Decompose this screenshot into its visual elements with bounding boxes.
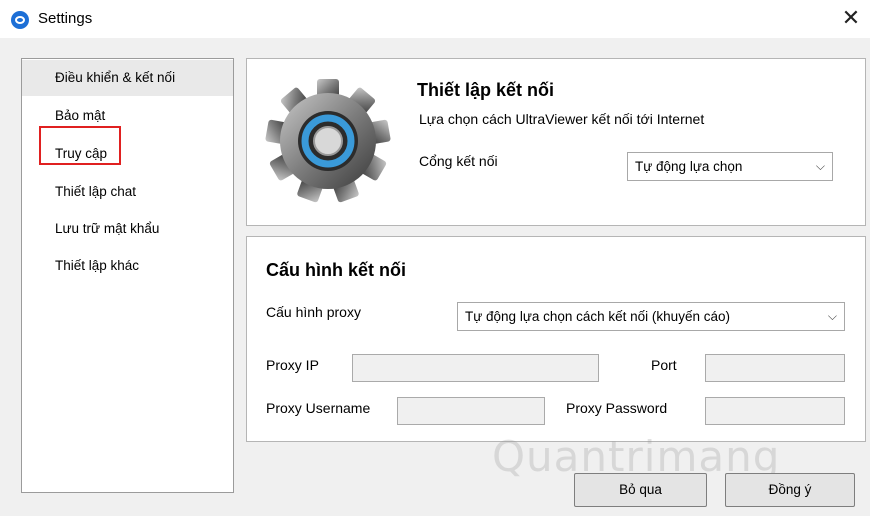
proxy-ip-label: Proxy IP <box>266 357 319 373</box>
title-bar: Settings ✕ <box>0 0 870 38</box>
highlight-annotation <box>39 126 121 165</box>
proxy-ip-field[interactable] <box>352 354 599 382</box>
proxy-port-label: Port <box>651 357 677 373</box>
ultraviewer-app-icon <box>11 11 29 29</box>
connection-description: Lựa chọn cách UltraViewer kết nối tới In… <box>419 111 705 127</box>
proxy-config-label: Cấu hình proxy <box>266 304 361 320</box>
sidebar-item-control-connection[interactable]: Điều khiển & kết nối <box>22 60 233 96</box>
gear-icon <box>265 79 391 203</box>
close-button[interactable]: ✕ <box>836 4 866 34</box>
port-label: Cổng kết nối <box>419 153 498 169</box>
port-select[interactable]: Tự động lựa chọn ⌵ <box>627 152 833 181</box>
sidebar-item-password-storage[interactable]: Lưu trữ mật khẩu <box>22 211 233 247</box>
proxy-config-select-value: Tự động lựa chọn cách kết nối (khuyến cá… <box>465 309 730 324</box>
proxy-password-field[interactable] <box>705 397 845 425</box>
port-select-value: Tự động lựa chọn <box>635 159 743 174</box>
cancel-button[interactable]: Bỏ qua <box>574 473 707 507</box>
ok-button[interactable]: Đồng ý <box>725 473 855 507</box>
settings-sidebar: Điều khiển & kết nối Bảo mật Truy cập Th… <box>21 58 234 493</box>
proxy-port-field[interactable] <box>705 354 845 382</box>
proxy-password-label: Proxy Password <box>566 400 668 416</box>
proxy-config-select[interactable]: Tự động lựa chọn cách kết nối (khuyến cá… <box>457 302 845 331</box>
chevron-down-icon: ⌵ <box>815 159 825 173</box>
proxy-username-label: Proxy Username <box>266 400 371 416</box>
sidebar-item-chat-settings[interactable]: Thiết lập chat <box>22 174 233 210</box>
proxy-username-field[interactable] <box>397 397 545 425</box>
window-title: Settings <box>38 10 93 27</box>
connection-settings-title: Thiết lập kết nối <box>417 80 555 100</box>
connection-config-title: Cấu hình kết nối <box>266 260 407 280</box>
chevron-down-icon: ⌵ <box>827 309 837 323</box>
sidebar-item-other-settings[interactable]: Thiết lập khác <box>22 248 233 284</box>
